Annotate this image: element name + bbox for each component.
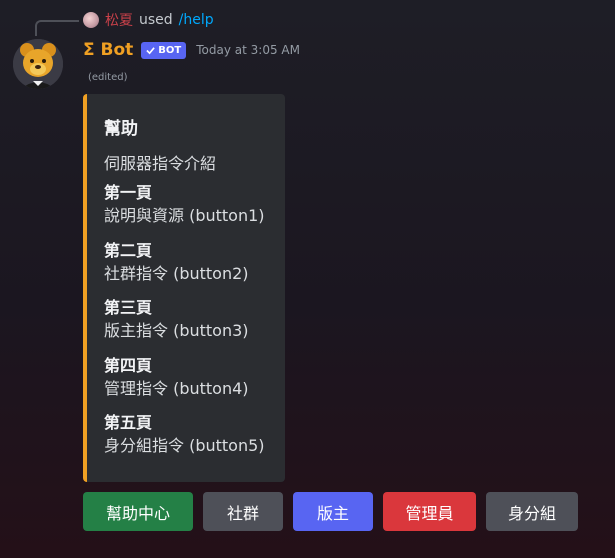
action-button-row: 幫助中心 社群 版主 管理員 身分組 (83, 492, 578, 531)
message-timestamp[interactable]: Today at 3:05 AM (196, 43, 300, 57)
admin-button[interactable]: 管理員 (383, 492, 476, 531)
embed-field-value: 管理指令 (button4) (104, 379, 249, 398)
embed-field-page-1: 第一頁 說明與資源 (button1) (104, 182, 265, 228)
replied-username[interactable]: 松夏 (105, 10, 133, 30)
moderator-button[interactable]: 版主 (293, 492, 373, 531)
reply-reference[interactable]: 松夏 used /help (83, 10, 214, 30)
message-header: Σ Bot BOT Today at 3:05 AM (83, 38, 300, 62)
bear-avatar-icon (13, 39, 63, 89)
bot-avatar[interactable] (13, 39, 63, 89)
bot-badge-label: BOT (158, 44, 182, 56)
embed-field-name: 第一頁 (104, 183, 153, 202)
embed-field-value: 版主指令 (button3) (104, 321, 249, 340)
reply-command[interactable]: /help (179, 12, 214, 28)
edited-indicator: (edited) (88, 72, 128, 83)
reply-connector-line (35, 20, 79, 36)
embed-field-page-5: 第五頁 身分組指令 (button5) (104, 412, 265, 458)
community-button[interactable]: 社群 (203, 492, 283, 531)
embed-description: 伺服器指令介紹 (104, 154, 217, 173)
embed-field-page-3: 第三頁 版主指令 (button3) (104, 297, 249, 343)
embed-field-page-2: 第二頁 社群指令 (button2) (104, 240, 249, 286)
embed-field-value: 身分組指令 (button5) (104, 436, 265, 455)
checkmark-icon (146, 46, 156, 54)
help-center-button[interactable]: 幫助中心 (83, 492, 193, 531)
embed-field-name: 第四頁 (104, 356, 153, 375)
embed-title: 幫助 (104, 119, 138, 139)
roles-button[interactable]: 身分組 (486, 492, 578, 531)
help-embed: 幫助 伺服器指令介紹 第一頁 說明與資源 (button1) 第二頁 社群指令 … (83, 94, 285, 482)
reply-used-text: used (139, 12, 173, 28)
embed-field-name: 第三頁 (104, 298, 153, 317)
embed-field-value: 社群指令 (button2) (104, 264, 249, 283)
bot-badge: BOT (141, 41, 187, 59)
embed-field-page-4: 第四頁 管理指令 (button4) (104, 355, 249, 401)
bot-username[interactable]: Σ Bot (83, 40, 133, 60)
embed-field-name: 第五頁 (104, 413, 153, 432)
embed-field-value: 說明與資源 (button1) (104, 206, 265, 225)
replied-user-avatar[interactable] (83, 12, 99, 28)
embed-field-name: 第二頁 (104, 241, 153, 260)
